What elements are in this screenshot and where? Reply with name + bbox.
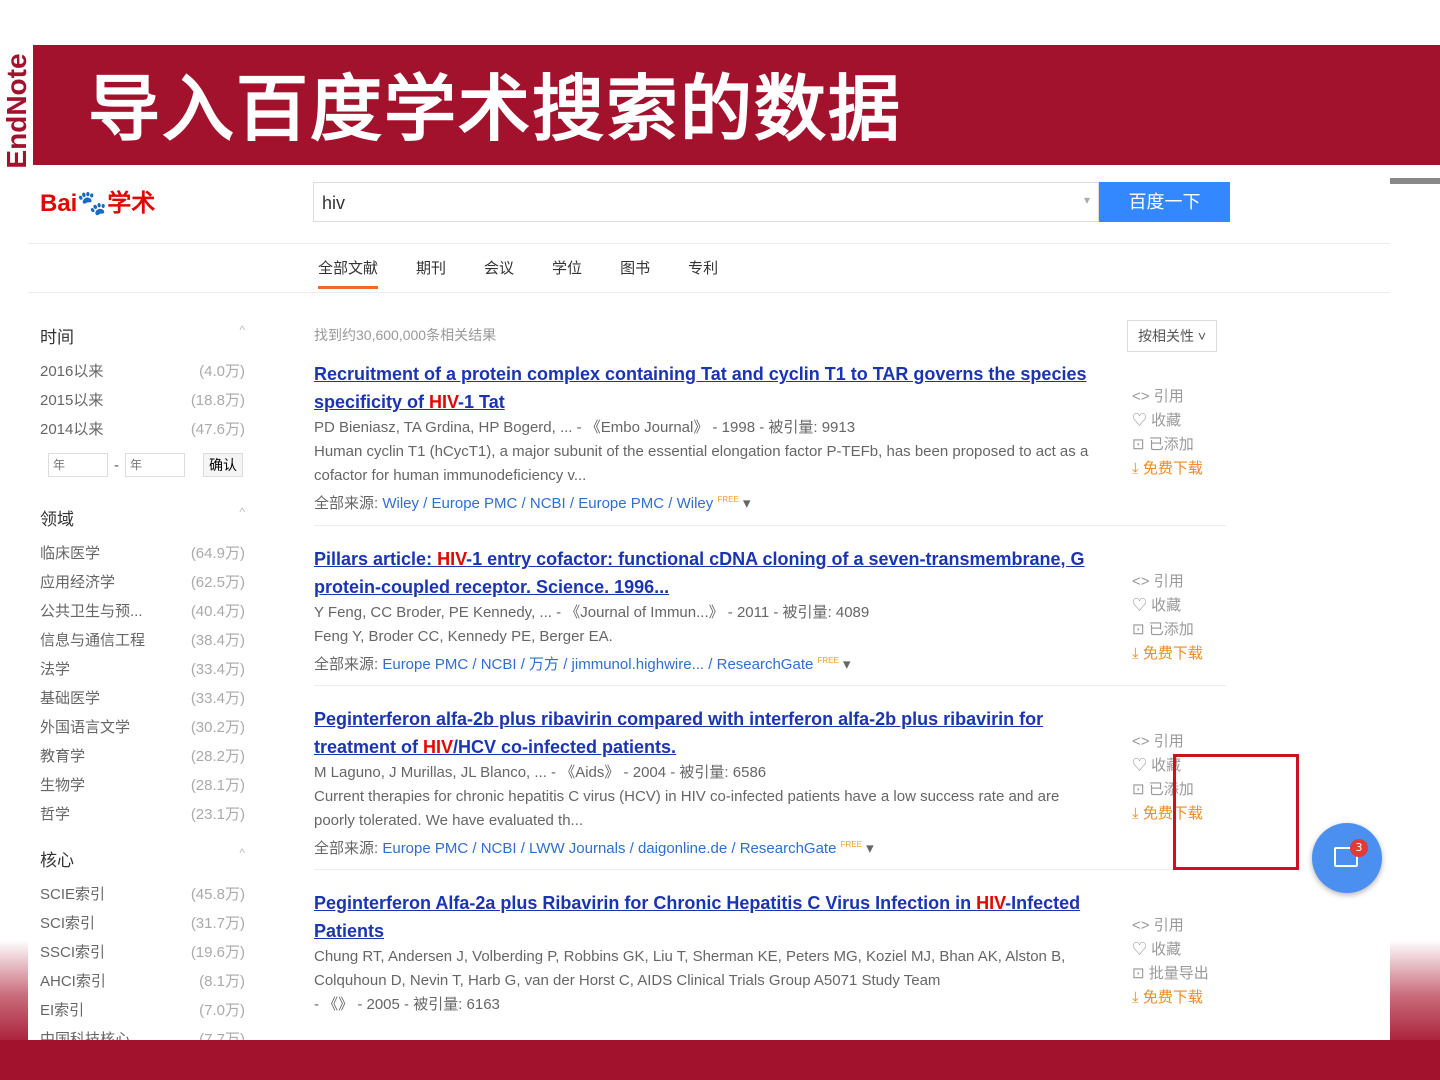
result-sources: 全部来源: Europe PMC / NCBI / LWW Journals /… bbox=[314, 840, 874, 857]
dropdown-icon[interactable]: ▾ bbox=[1084, 193, 1090, 207]
filter-item[interactable]: SSCI索引 (19.6万) bbox=[40, 941, 245, 970]
tab-book[interactable]: 图书 bbox=[620, 257, 650, 289]
divider bbox=[314, 869, 1226, 870]
filter-heading-core[interactable]: 核心 ^ bbox=[40, 846, 245, 871]
result-title-link[interactable]: Peginterferon alfa-2b plus ribavirin com… bbox=[314, 705, 1094, 761]
filter-item[interactable]: 2016以来 (4.0万) bbox=[40, 360, 245, 389]
cite-button[interactable]: <> 引用 bbox=[1132, 385, 1203, 409]
tab-journal[interactable]: 期刊 bbox=[416, 257, 446, 289]
collapse-icon[interactable]: ^ bbox=[239, 323, 245, 348]
search-input[interactable]: hiv ▾ bbox=[313, 182, 1099, 222]
source-links[interactable]: Europe PMC / NCBI / LWW Journals / daigo… bbox=[382, 840, 836, 857]
divider bbox=[28, 292, 1390, 293]
result-sources: 全部来源: Europe PMC / NCBI / 万方 / jimmunol.… bbox=[314, 656, 851, 673]
result-actions: <> 引用 ♡ 收藏 ⊡ 批量导出 ⤓ 免费下载 bbox=[1132, 914, 1209, 1010]
result-title-link[interactable]: Pillars article: HIV-1 entry cofactor: f… bbox=[314, 545, 1094, 601]
result-actions: <> 引用 ♡ 收藏 ⊡ 已添加 ⤓ 免费下载 bbox=[1132, 570, 1203, 666]
filter-item[interactable]: SCI索引 (31.7万) bbox=[40, 912, 245, 941]
count-badge: 3 bbox=[1350, 839, 1368, 857]
filter-item[interactable]: 教育学 (28.2万) bbox=[40, 745, 245, 774]
slide-footer-bar bbox=[0, 1040, 1440, 1080]
baidu-xueshu-logo[interactable]: Bai🐾学术 bbox=[40, 183, 155, 218]
added-button[interactable]: ⊡ 批量导出 bbox=[1132, 962, 1209, 986]
results-count: 找到约30,600,000条相关结果 bbox=[314, 327, 497, 343]
filter-sidebar: 时间 ^ 2016以来 (4.0万) 2015以来 (18.8万) 2014以来 (47.6万… bbox=[40, 323, 245, 1040]
tab-all[interactable]: 全部文献 bbox=[318, 257, 379, 289]
filter-item[interactable]: 2014以来 (47.6万) bbox=[40, 418, 245, 447]
filter-item[interactable]: 生物学 (28.1万) bbox=[40, 774, 245, 803]
filter-heading-field[interactable]: 领域 ^ bbox=[40, 505, 245, 530]
filter-item[interactable]: 应用经济学 (62.5万) bbox=[40, 571, 245, 600]
free-download-button[interactable]: ⤓ 免费下载 bbox=[1132, 986, 1209, 1010]
filter-item[interactable]: SCIE索引 (45.8万) bbox=[40, 883, 245, 912]
filter-item[interactable]: 外国语言文学 (30.2万) bbox=[40, 716, 245, 745]
added-button[interactable]: ⊡ 已添加 bbox=[1132, 618, 1203, 642]
filter-item[interactable]: 法学 (33.4万) bbox=[40, 658, 245, 687]
sort-dropdown[interactable]: 按相关性 ˅ bbox=[1127, 320, 1218, 352]
year-from-input[interactable] bbox=[48, 453, 108, 477]
result-sources: 全部来源: Wiley / Europe PMC / NCBI / Europe… bbox=[314, 495, 751, 512]
collapse-icon[interactable]: ^ bbox=[239, 505, 245, 530]
result-meta: Y Feng, CC Broder, PE Kennedy, ... - 《Jo… bbox=[314, 604, 870, 621]
added-button[interactable]: ⊡ 已添加 bbox=[1132, 433, 1203, 457]
favorite-button[interactable]: ♡ 收藏 bbox=[1132, 594, 1203, 618]
collapse-icon[interactable]: ^ bbox=[239, 846, 245, 871]
source-links[interactable]: Europe PMC / NCBI / 万方 / jimmunol.highwi… bbox=[382, 656, 813, 673]
confirm-button[interactable]: 确认 bbox=[203, 453, 243, 477]
filter-item[interactable]: 基础医学 (33.4万) bbox=[40, 687, 245, 716]
result-abstract: Current therapies for chronic hepatitis … bbox=[314, 788, 1060, 829]
result-abstract: Human cyclin T1 (hCycT1), a major subuni… bbox=[314, 443, 1089, 484]
highlight-box bbox=[1173, 754, 1299, 870]
cite-button[interactable]: <> 引用 bbox=[1132, 914, 1209, 938]
filter-item[interactable]: 中国科技核心 (7.7万) bbox=[40, 1028, 245, 1040]
divider bbox=[28, 243, 1390, 244]
filter-item[interactable]: 信息与通信工程 (38.4万) bbox=[40, 629, 245, 658]
cite-button[interactable]: <> 引用 bbox=[1132, 730, 1203, 754]
filter-item[interactable]: 哲学 (23.1万) bbox=[40, 803, 245, 832]
tabs: 全部文献 期刊 会议 学位 图书 专利 bbox=[318, 257, 718, 289]
import-fab-button[interactable]: 3 bbox=[1312, 823, 1382, 893]
result-title-link[interactable]: Peginterferon Alfa-2a plus Ribavirin for… bbox=[314, 889, 1094, 945]
filter-item[interactable]: EI索引 (7.0万) bbox=[40, 999, 245, 1028]
filter-item[interactable]: AHCI索引 (8.1万) bbox=[40, 970, 245, 999]
divider bbox=[314, 685, 1226, 686]
slide-title-banner: 导入百度学术搜索的数据 bbox=[33, 45, 1440, 165]
divider bbox=[314, 525, 1226, 526]
filter-item[interactable]: 2015以来 (18.8万) bbox=[40, 389, 245, 418]
result-meta: M Laguno, J Murillas, JL Blanco, ... - 《… bbox=[314, 764, 767, 781]
result-meta: PD Bieniasz, TA Grdina, HP Bogerd, ... -… bbox=[314, 419, 856, 436]
free-download-button[interactable]: ⤓ 免费下载 bbox=[1132, 642, 1203, 666]
divider bbox=[1390, 178, 1440, 184]
tab-conference[interactable]: 会议 bbox=[484, 257, 514, 289]
filter-item[interactable]: 公共卫生与预... (40.4万) bbox=[40, 600, 245, 629]
cite-button[interactable]: <> 引用 bbox=[1132, 570, 1203, 594]
result-actions: <> 引用 ♡ 收藏 ⊡ 已添加 ⤓ 免费下载 bbox=[1132, 385, 1203, 481]
filter-heading-time[interactable]: 时间 ^ bbox=[40, 323, 245, 348]
filter-item[interactable]: 临床医学 (64.9万) bbox=[40, 542, 245, 571]
source-links[interactable]: Wiley / Europe PMC / NCBI / Europe PMC /… bbox=[382, 495, 713, 512]
result-item: Peginterferon Alfa-2a plus Ribavirin for… bbox=[314, 889, 1094, 1017]
result-item: Pillars article: HIV-1 entry cofactor: f… bbox=[314, 545, 1094, 677]
favorite-button[interactable]: ♡ 收藏 bbox=[1132, 409, 1203, 433]
result-meta: Chung RT, Andersen J, Volberding P, Robb… bbox=[314, 948, 1066, 989]
result-title-link[interactable]: Recruitment of a protein complex contain… bbox=[314, 360, 1094, 416]
slide-title: 导入百度学术搜索的数据 bbox=[88, 67, 903, 151]
favorite-button[interactable]: ♡ 收藏 bbox=[1132, 938, 1209, 962]
result-item: Peginterferon alfa-2b plus ribavirin com… bbox=[314, 705, 1094, 861]
year-to-input[interactable] bbox=[125, 453, 185, 477]
result-abstract: - 《》 - 2005 - 被引量: 6163 bbox=[314, 996, 500, 1013]
endnote-logo: EndNote bbox=[1, 53, 32, 169]
free-download-button[interactable]: ⤓ 免费下载 bbox=[1132, 457, 1203, 481]
tab-degree[interactable]: 学位 bbox=[552, 257, 582, 289]
result-abstract: Feng Y, Broder CC, Kennedy PE, Berger EA… bbox=[314, 628, 613, 645]
baidu-xueshu-screenshot: Bai🐾学术 hiv ▾ 百度一下 全部文献 期刊 会议 学位 图书 专利 时间 ^… bbox=[28, 165, 1390, 1040]
search-button[interactable]: 百度一下 bbox=[1099, 182, 1230, 222]
result-item: Recruitment of a protein complex contain… bbox=[314, 360, 1094, 516]
tab-patent[interactable]: 专利 bbox=[688, 257, 718, 289]
